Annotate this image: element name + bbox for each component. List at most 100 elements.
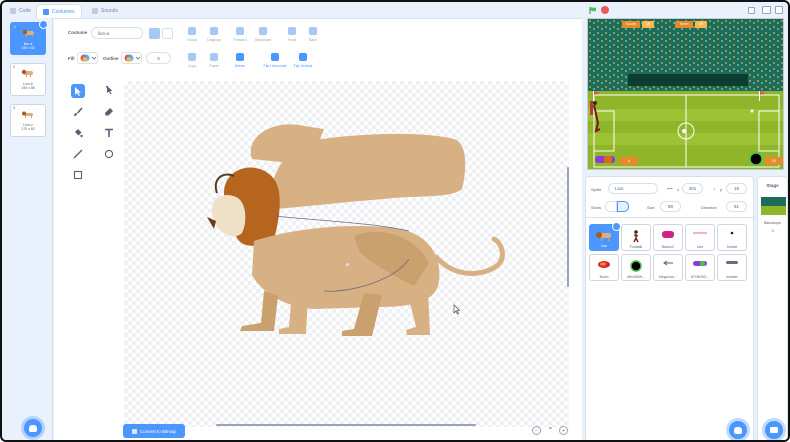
flip-horizontal-button[interactable]: Flip Horizontal: [260, 53, 290, 68]
backdrops-count: 3: [771, 229, 774, 233]
outline-color-picker[interactable]: [121, 52, 142, 64]
zoom-in-button[interactable]: +: [559, 426, 568, 435]
cat-icon: [29, 424, 37, 432]
brush-tool[interactable]: [71, 105, 85, 119]
timer-label: Timer: [675, 21, 693, 28]
costume-item-1[interactable]: 1 lion-a 190 x 82: [10, 20, 48, 55]
line-sprite-icon: [693, 232, 707, 234]
x-label: x: [677, 187, 679, 192]
flip-vertical-button[interactable]: Flip Vertical: [289, 53, 317, 68]
cat-icon: [734, 426, 742, 434]
direction-input[interactable]: 91: [726, 201, 747, 212]
costume-name-input[interactable]: lion-a: [91, 27, 143, 39]
sprite-tile-mega-bon[interactable]: Mega bon...: [653, 254, 683, 281]
select-tool[interactable]: [71, 84, 85, 98]
redo-button[interactable]: [162, 28, 173, 39]
right-counter: 10: [765, 157, 783, 165]
stage[interactable]: Score 15 Timer 15 4 10: [587, 18, 784, 170]
reshape-tool[interactable]: [102, 84, 116, 98]
forward-button[interactable]: Forward: [229, 27, 251, 42]
back-button[interactable]: Back: [302, 27, 324, 42]
front-button[interactable]: Front: [281, 27, 303, 42]
costume-thumbnail: [22, 29, 34, 37]
flip-horizontal-icon: [271, 53, 279, 61]
hide-sprite-icon[interactable]: [617, 201, 629, 212]
backward-icon: [259, 27, 267, 35]
tab-code[interactable]: Code: [4, 4, 37, 18]
text-tool[interactable]: [102, 126, 116, 140]
delete-costume-icon[interactable]: [39, 20, 48, 29]
timer-value: 15: [695, 21, 707, 28]
size-input[interactable]: 90: [660, 201, 681, 212]
fill-color-picker[interactable]: [77, 52, 98, 64]
sprite-label: Sprite: [591, 187, 602, 192]
group-icon: [188, 27, 196, 35]
arrow-pointer-icon: [75, 86, 81, 96]
eraser-icon: [105, 108, 113, 116]
sprite-info: Sprite Lion ⟷ x 201 ↕ y 18 Show Size 90 …: [586, 177, 755, 218]
convert-to-bitmap-button[interactable]: Convert to Bitmap: [123, 424, 185, 438]
back-icon: [309, 27, 317, 35]
sprite-tile-football[interactable]: Football: [621, 224, 651, 251]
small-stage-icon[interactable]: [748, 7, 755, 14]
eraser-tool[interactable]: [102, 105, 116, 119]
delete-button[interactable]: Delete: [229, 53, 251, 68]
editor-tabs: Code Costumes Sounds: [4, 4, 582, 18]
delete-sprite-icon[interactable]: [612, 222, 621, 231]
backdrop-icon: [770, 427, 778, 433]
undo-button[interactable]: [149, 28, 160, 39]
costume-item-3[interactable]: 3 Lion-c 170 x 62: [10, 104, 46, 137]
soccer-stadium-scene: [588, 19, 783, 169]
y-input[interactable]: 18: [726, 183, 747, 194]
zoom-out-button[interactable]: −: [532, 426, 541, 435]
costume-size: 190 x 82: [21, 46, 35, 50]
sprite-tile-bomber[interactable]: bomber: [717, 254, 747, 281]
zoom-reset-button[interactable]: =: [546, 426, 555, 435]
tab-sounds[interactable]: Sounds: [86, 4, 124, 18]
line-tool[interactable]: [71, 147, 85, 161]
drawing-canvas[interactable]: [124, 81, 569, 427]
rectangle-tool[interactable]: [71, 168, 85, 182]
sprite-tile-mini-bew[interactable]: Mini BEW...: [621, 254, 651, 281]
choose-sprite-button[interactable]: [729, 421, 747, 439]
green-flag-icon[interactable]: [588, 6, 597, 15]
sprite-tile-sombe[interactable]: Sombe: [717, 224, 747, 251]
stage-selector[interactable]: Stage Backdrops 3: [757, 176, 788, 440]
sprite-tile-atom-bo[interactable]: ATOM BO...: [685, 254, 715, 281]
size-label: Size: [647, 205, 655, 210]
choose-costume-button[interactable]: [24, 419, 42, 437]
costume-item-2[interactable]: 2 Lion-b 190 x 88: [10, 63, 46, 96]
horizontal-scrollbar[interactable]: [216, 424, 476, 426]
tab-costumes[interactable]: Costumes: [36, 4, 82, 18]
stage-header: [582, 4, 788, 18]
ungroup-button[interactable]: Ungroup: [203, 27, 225, 42]
large-stage-icon[interactable]: [762, 6, 771, 14]
x-input[interactable]: 201: [682, 183, 703, 194]
lion-costume-drawing[interactable]: [124, 81, 569, 427]
sprite-tile-lion[interactable]: Lion: [589, 222, 621, 251]
vertical-scrollbar[interactable]: [567, 167, 569, 287]
bomb-sprite-icon: [630, 260, 642, 272]
stop-icon[interactable]: [601, 6, 609, 14]
outline-width-input[interactable]: 0: [146, 52, 171, 64]
copy-button[interactable]: Copy: [181, 53, 203, 68]
paste-icon: [210, 53, 218, 61]
bitmap-icon: [131, 428, 137, 434]
sprite-tile-line[interactable]: Line: [685, 224, 715, 251]
fill-label: Fill: [68, 56, 75, 61]
group-button[interactable]: Group: [181, 27, 203, 42]
paste-button[interactable]: Paste: [203, 53, 225, 68]
show-visible-icon[interactable]: [605, 201, 617, 212]
sprite-tile-boom[interactable]: Boom: [589, 254, 619, 281]
brush-icon: [74, 107, 83, 116]
choose-backdrop-button[interactable]: [765, 421, 783, 439]
fullscreen-icon[interactable]: [775, 6, 783, 14]
code-icon: [10, 8, 16, 14]
backward-button[interactable]: Backward: [252, 27, 274, 42]
front-icon: [288, 27, 296, 35]
rocket-sprite-icon: [693, 261, 707, 266]
fill-tool[interactable]: [71, 126, 85, 140]
sprite-name-input[interactable]: Lion: [608, 183, 658, 194]
sprite-tile-button2[interactable]: Button2: [653, 224, 683, 251]
circle-tool[interactable]: [102, 147, 116, 161]
